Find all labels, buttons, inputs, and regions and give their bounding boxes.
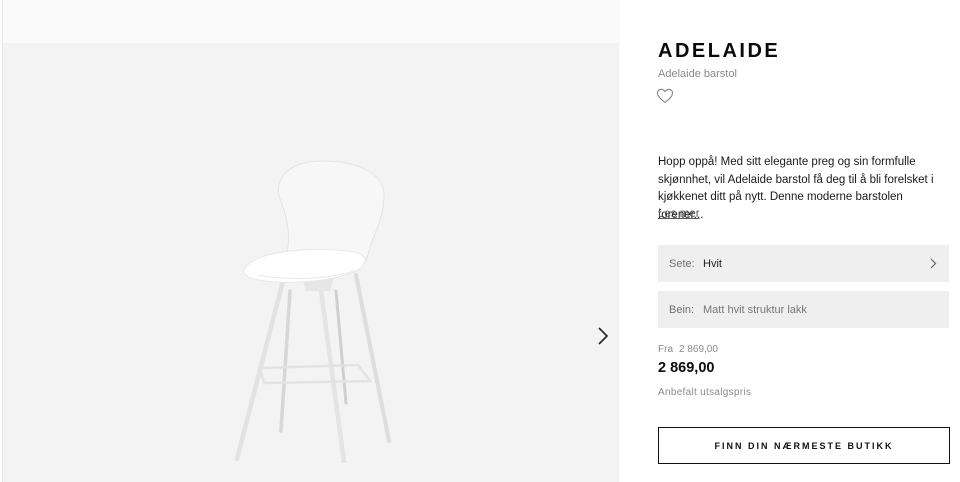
option-seat[interactable]: Sete: Hvit bbox=[658, 245, 949, 282]
read-more-link[interactable]: Les mer bbox=[658, 208, 700, 220]
gallery-next-button[interactable] bbox=[589, 322, 617, 350]
product-image bbox=[234, 160, 391, 463]
current-price: 2 869,00 bbox=[658, 360, 715, 376]
from-price-value: 2 869,00 bbox=[679, 344, 718, 355]
from-price: Fra 2 869,00 bbox=[658, 344, 718, 355]
option-label: Sete: bbox=[669, 257, 695, 270]
option-label: Bein: bbox=[669, 303, 695, 316]
product-title: ADELAIDE bbox=[658, 40, 781, 62]
option-value: Hvit bbox=[703, 257, 722, 270]
favorite-button[interactable] bbox=[656, 88, 676, 106]
product-page: ADELAIDE Adelaide barstol Hopp oppå! Med… bbox=[0, 0, 960, 482]
product-subtitle: Adelaide barstol bbox=[658, 68, 737, 80]
chevron-right-icon bbox=[598, 327, 609, 345]
chevron-right-icon bbox=[930, 258, 937, 269]
product-info-panel: ADELAIDE Adelaide barstol Hopp oppå! Med… bbox=[620, 0, 960, 482]
product-gallery bbox=[3, 43, 619, 482]
option-legs[interactable]: Bein: Matt hvit struktur lakk bbox=[658, 291, 949, 328]
heart-icon bbox=[656, 88, 674, 104]
from-label: Fra bbox=[658, 344, 673, 355]
find-store-button[interactable]: FINN DIN NÆRMESTE BUTIKK bbox=[658, 427, 950, 464]
product-description: Hopp oppå! Med sitt elegante preg og sin… bbox=[658, 156, 934, 221]
option-value: Matt hvit struktur lakk bbox=[703, 303, 807, 316]
rrp-label: Anbefalt utsalgspris bbox=[658, 387, 752, 398]
